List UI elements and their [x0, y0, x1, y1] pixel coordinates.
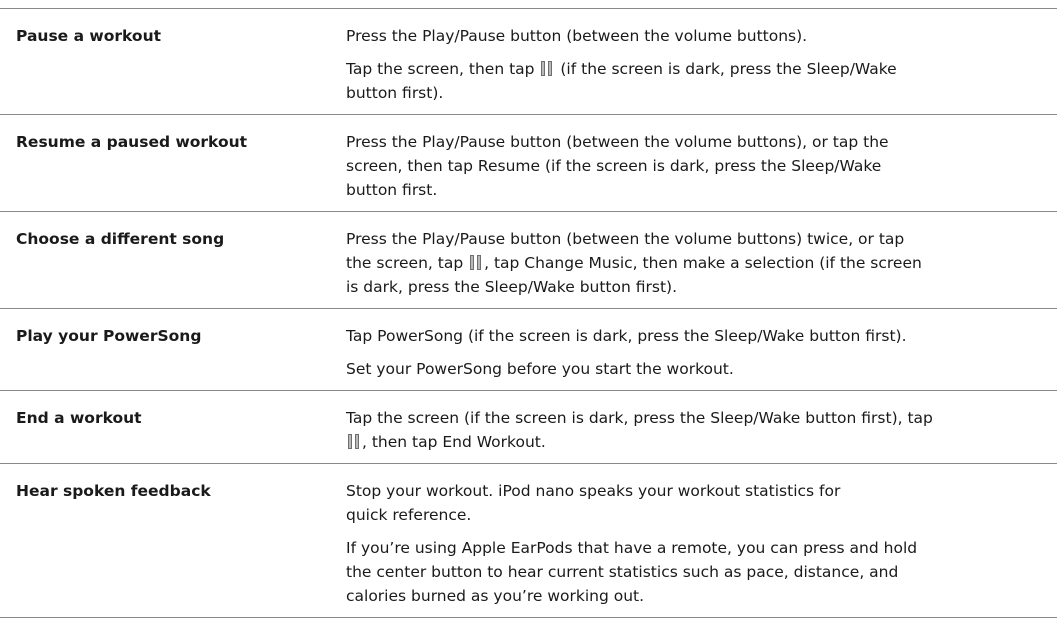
- action-label: Play your PowerSong: [16, 327, 202, 345]
- description-paragraph: Set your PowerSong before you start the …: [346, 357, 1057, 381]
- pause-icon: [348, 434, 360, 449]
- description-paragraph: Tap PowerSong (if the screen is dark, pr…: [346, 324, 1057, 348]
- action-description: Stop your workout. iPod nano speaks your…: [331, 464, 1057, 617]
- table-row: Choose a different song Press the Play/Pa…: [0, 211, 1057, 308]
- action-label: Resume a paused workout: [16, 133, 248, 151]
- description-text: Press the Play/Pause button (between the…: [346, 27, 808, 45]
- action-label: Hear spoken feedback: [16, 482, 211, 500]
- description-text: Set your PowerSong before you start the …: [346, 360, 734, 378]
- description-text: Tap the screen (if the screen is dark, p…: [346, 409, 933, 427]
- description-text: Press the Play/Pause button (between the…: [346, 133, 889, 199]
- action-description: Press the Play/Pause button (between the…: [331, 115, 1057, 211]
- table-row: Resume a paused workout Press the Play/Pa…: [0, 114, 1057, 211]
- description-text: Stop your workout. iPod nano speaks your…: [346, 482, 841, 524]
- description-paragraph: Press the Play/Pause button (between the…: [346, 130, 1057, 202]
- description-paragraph: Press the Play/Pause button (between the…: [346, 24, 1057, 48]
- description-text: If you’re using Apple EarPods that have …: [346, 539, 918, 605]
- table-row: End a workout Tap the screen (if the scre…: [0, 390, 1057, 463]
- action-description: Tap PowerSong (if the screen is dark, pr…: [331, 309, 1057, 390]
- description-text: Tap the screen, then tap: [346, 60, 540, 78]
- description-paragraph: Stop your workout. iPod nano speaks your…: [346, 479, 1057, 527]
- action-label: End a workout: [16, 409, 142, 427]
- description-paragraph: Tap the screen, then tap (if the screen …: [346, 57, 1057, 105]
- table-row: Play your PowerSong Tap PowerSong (if the…: [0, 308, 1057, 390]
- pause-icon: [541, 61, 553, 76]
- pause-icon: [470, 255, 482, 270]
- table-row: Hear spoken feedback Stop your workout. i…: [0, 463, 1057, 618]
- action-label: Choose a different song: [16, 230, 225, 248]
- table-row: Pause a workout Press the Play/Pause butt…: [0, 8, 1057, 114]
- action-description: Press the Play/Pause button (between the…: [331, 9, 1057, 114]
- description-paragraph: If you’re using Apple EarPods that have …: [346, 536, 1057, 608]
- description-paragraph: Tap the screen (if the screen is dark, p…: [346, 406, 1057, 454]
- description-paragraph: Press the Play/Pause button (between the…: [346, 227, 1057, 299]
- description-text: , then tap End Workout.: [362, 433, 546, 451]
- description-text: Tap PowerSong (if the screen is dark, pr…: [346, 327, 907, 345]
- action-description: Tap the screen (if the screen is dark, p…: [331, 391, 1057, 463]
- action-description: Press the Play/Pause button (between the…: [331, 212, 1057, 308]
- instructions-table: Pause a workout Press the Play/Pause butt…: [0, 8, 1057, 618]
- action-label: Pause a workout: [16, 27, 162, 45]
